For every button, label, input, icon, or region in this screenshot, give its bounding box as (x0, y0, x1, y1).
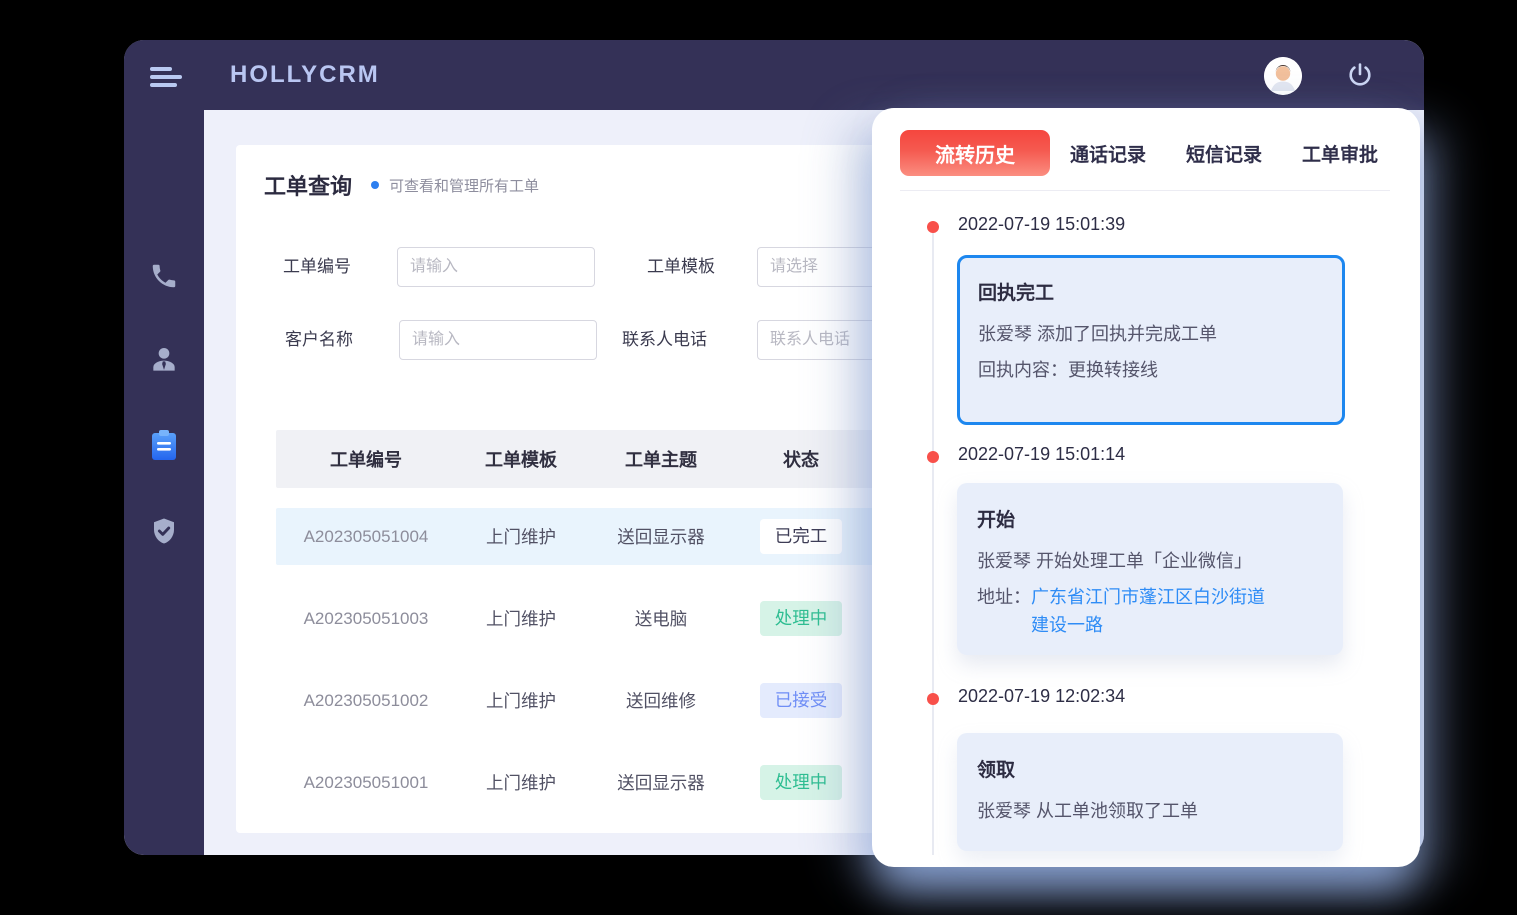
address-label: 地址： (977, 583, 1031, 639)
order-id-input[interactable] (397, 247, 595, 287)
filter-label-customer: 客户名称 (285, 320, 353, 360)
filter-label-contact-phone: 联系人电话 (622, 320, 707, 360)
timeline-card-line: 张爱琴 开始处理工单「企业微信」 (977, 547, 1323, 575)
cell-order-id: A202305051001 (276, 773, 456, 793)
col-header-subject: 工单主题 (586, 446, 736, 472)
cell-subject: 送电脑 (586, 606, 736, 631)
subtitle-dot-icon (371, 181, 379, 189)
timeline-card-line: 张爱琴 添加了回执并完成工单 (978, 320, 1324, 348)
cell-subject: 送回维修 (586, 688, 736, 713)
tabs-divider (900, 190, 1390, 191)
cell-order-id: A202305051004 (276, 527, 456, 547)
filter-label-template: 工单模板 (647, 247, 715, 287)
status-badge: 已接受 (760, 683, 843, 718)
phone-icon (149, 261, 179, 296)
avatar[interactable] (1264, 57, 1302, 95)
cell-template: 上门维护 (456, 524, 586, 549)
customer-name-input[interactable] (399, 320, 597, 360)
detail-panel: 流转历史 通话记录 短信记录 工单审批 2022-07-19 15:01:39 … (872, 108, 1420, 867)
power-icon[interactable] (1346, 61, 1374, 89)
timeline-card-address: 地址： 广东省江门市蓬江区白沙街道建设一路 (977, 583, 1323, 639)
timeline-card-line: 回执内容：更换转接线 (978, 356, 1324, 384)
sidebar-item-contacts[interactable] (124, 338, 204, 386)
top-bar: HOLLYCRM (124, 40, 1424, 110)
timeline-card-claim[interactable]: 领取 张爱琴 从工单池领取了工单 (957, 733, 1343, 851)
timeline-timestamp: 2022-07-19 12:02:34 (958, 686, 1125, 707)
menu-icon[interactable] (150, 67, 182, 87)
desktop-background: HOLLYCRM (0, 0, 1517, 915)
timeline-card-start[interactable]: 开始 张爱琴 开始处理工单「企业微信」 地址： 广东省江门市蓬江区白沙街道建设一… (957, 483, 1343, 655)
workorder-clipboard-icon (149, 429, 179, 467)
timeline-timestamp: 2022-07-19 15:01:39 (958, 214, 1125, 235)
detail-tabs: 流转历史 通话记录 短信记录 工单审批 (900, 130, 1398, 176)
status-badge: 已完工 (760, 519, 843, 554)
cell-template: 上门维护 (456, 770, 586, 795)
contact-person-icon (148, 344, 180, 381)
timeline-line (932, 233, 934, 855)
status-badge: 处理中 (760, 765, 843, 800)
sidebar (124, 40, 204, 855)
sidebar-item-workorders[interactable] (124, 424, 204, 472)
timeline-card-completed[interactable]: 回执完工 张爱琴 添加了回执并完成工单 回执内容：更换转接线 (957, 255, 1345, 425)
col-header-template: 工单模板 (456, 446, 586, 472)
filter-label-order-id: 工单编号 (283, 247, 351, 287)
cell-template: 上门维护 (456, 606, 586, 631)
cell-subject: 送回显示器 (586, 770, 736, 795)
timeline-dot-icon (927, 451, 939, 463)
security-shield-icon (149, 516, 179, 551)
tab-order-approval[interactable]: 工单审批 (1282, 130, 1398, 176)
timeline-dot-icon (927, 221, 939, 233)
sidebar-item-calls[interactable] (124, 254, 204, 302)
cell-template: 上门维护 (456, 688, 586, 713)
timeline-card-title: 开始 (977, 505, 1323, 532)
sidebar-item-security[interactable] (124, 509, 204, 557)
app-logo: HOLLYCRM (230, 61, 380, 89)
timeline-timestamp: 2022-07-19 15:01:14 (958, 444, 1125, 465)
page-title: 工单查询 (264, 169, 352, 201)
address-link[interactable]: 广东省江门市蓬江区白沙街道建设一路 (1031, 583, 1271, 639)
tab-flow-history[interactable]: 流转历史 (900, 130, 1050, 176)
tab-call-records[interactable]: 通话记录 (1050, 130, 1166, 176)
status-badge: 处理中 (760, 601, 843, 636)
card-header: 工单查询 可查看和管理所有工单 (264, 169, 539, 201)
col-header-order-id: 工单编号 (276, 446, 456, 472)
cell-order-id: A202305051002 (276, 691, 456, 711)
cell-subject: 送回显示器 (586, 524, 736, 549)
timeline-card-title: 回执完工 (978, 278, 1324, 305)
cell-order-id: A202305051003 (276, 609, 456, 629)
timeline-card-line: 张爱琴 从工单池领取了工单 (977, 797, 1323, 825)
page-subtitle: 可查看和管理所有工单 (389, 175, 539, 196)
tab-sms-records[interactable]: 短信记录 (1166, 130, 1282, 176)
timeline-dot-icon (927, 693, 939, 705)
timeline-card-title: 领取 (977, 755, 1323, 782)
col-header-status: 状态 (736, 446, 866, 472)
